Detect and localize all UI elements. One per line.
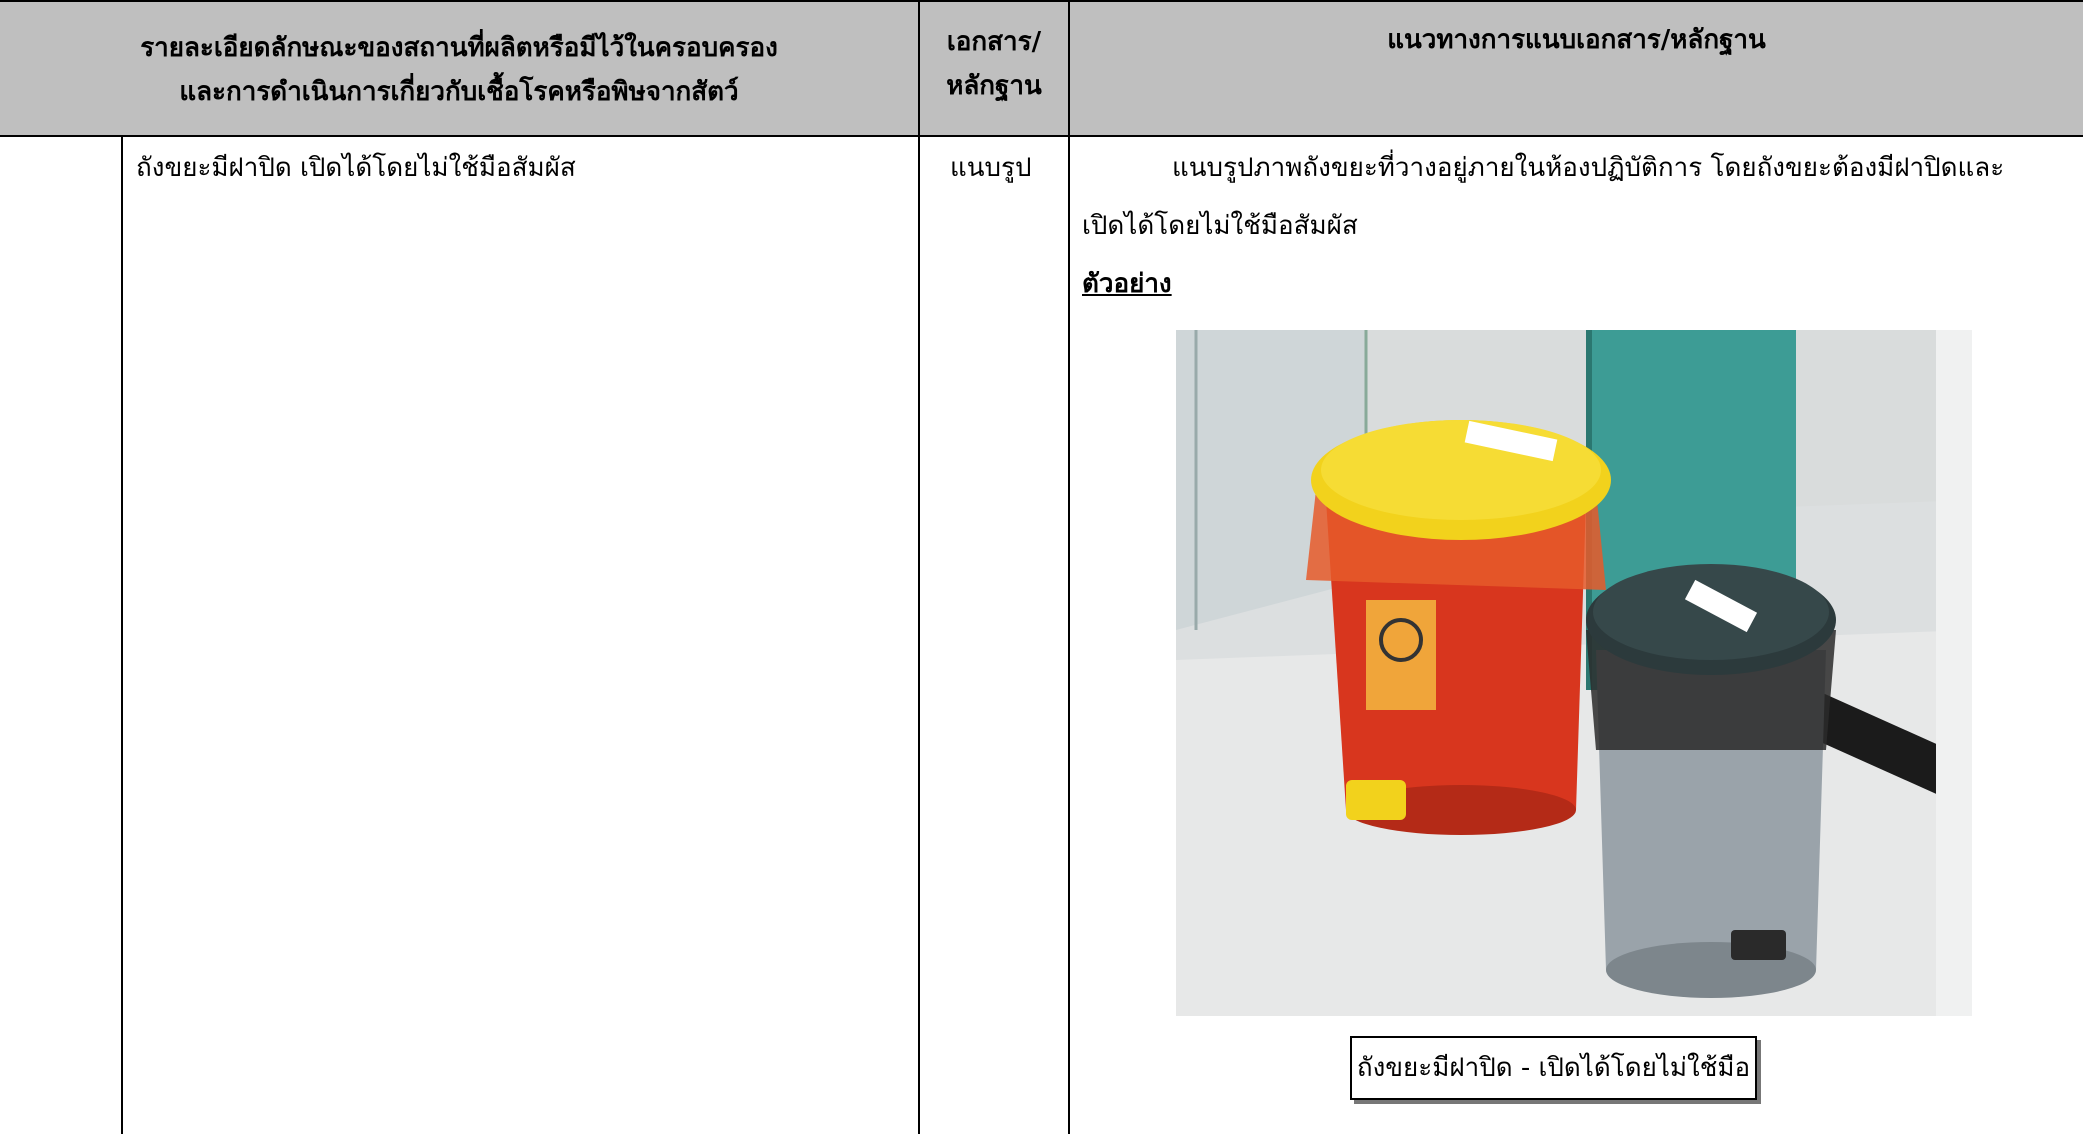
document-page: รายละเอียดลักษณะของสถานที่ผลิตหรือมีไว้ใ… bbox=[0, 0, 2083, 1134]
index-column-border bbox=[121, 137, 123, 1134]
column1-border bbox=[918, 0, 920, 1134]
photo-caption: ถังขยะมีฝาปิด - เปิดได้โดยไม่ใช้มือ bbox=[1350, 1036, 1757, 1100]
header-detail-line1: รายละเอียดลักษณะของสถานที่ผลิตหรือมีไว้ใ… bbox=[140, 33, 778, 63]
trash-bins-illustration bbox=[1176, 330, 1972, 1016]
header-document-line2: หลักฐาน bbox=[946, 71, 1042, 101]
row-guide-line1: แนบรูปภาพถังขยะที่วางอยู่ภายในห้องปฏิบัต… bbox=[1172, 153, 2005, 183]
row-detail-text: ถังขยะมีฝาปิด เปิดได้โดยไม่ใช้มือสัมผัส bbox=[136, 153, 576, 183]
header-detail-title: รายละเอียดลักษณะของสถานที่ผลิตหรือมีไว้ใ… bbox=[0, 26, 918, 114]
column2-border bbox=[1068, 0, 1070, 1134]
table-top-border bbox=[0, 0, 2083, 2]
row-document-text: แนบรูป bbox=[950, 153, 1032, 183]
trash-bins-photo bbox=[1176, 330, 1972, 1016]
header-document-line1: เอกสาร/ bbox=[946, 27, 1042, 57]
header-document-title: เอกสาร/ หลักฐาน bbox=[920, 20, 1068, 108]
header-detail-line2: และการดำเนินการเกี่ยวกับเชื้อโรคหรือพิษจ… bbox=[179, 77, 739, 107]
row-guide-line2: เปิดได้โดยไม่ใช้มือสัมผัส bbox=[1082, 211, 1358, 241]
header-guide-title: แนวทางการแนบเอกสาร/หลักฐาน bbox=[1387, 25, 1766, 55]
example-label: ตัวอย่าง bbox=[1082, 269, 1172, 299]
header-bottom-border bbox=[0, 135, 2083, 137]
